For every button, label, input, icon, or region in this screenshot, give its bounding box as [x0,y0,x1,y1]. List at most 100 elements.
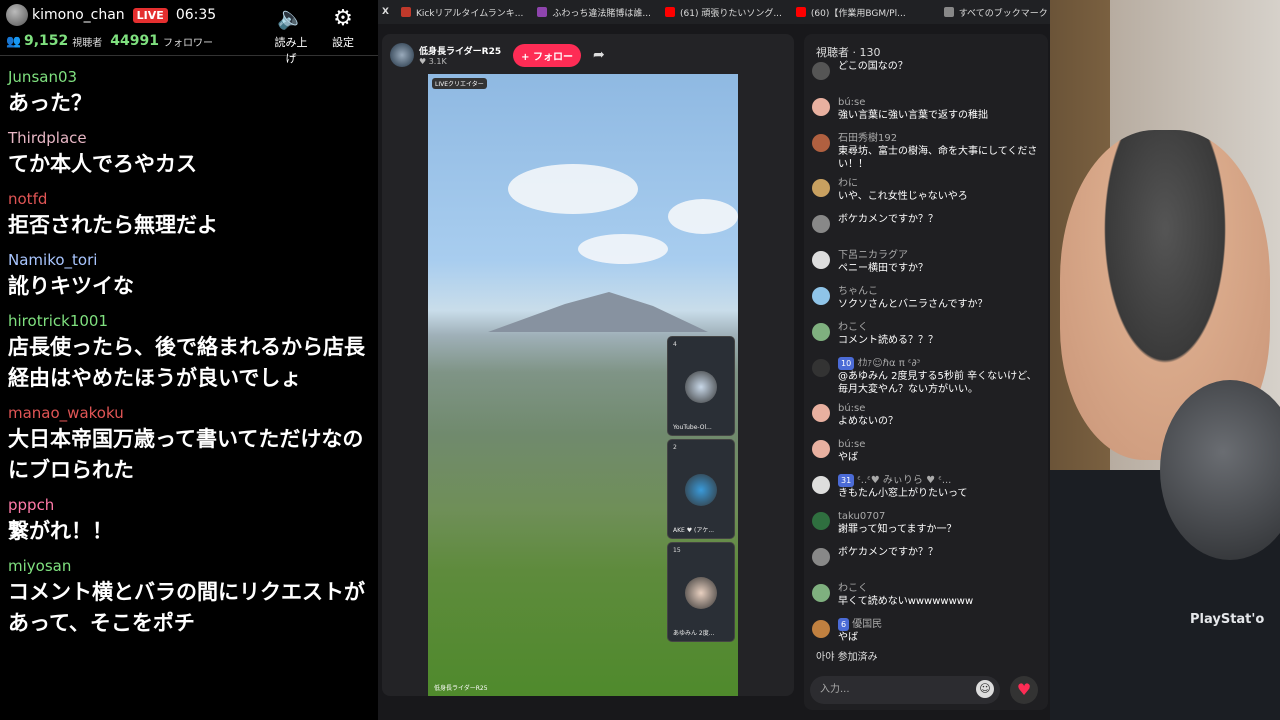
readout-button[interactable]: 🔈 読み上げ [270,4,312,66]
chat-username-text: bú:se [838,439,866,450]
chat-message: ちゃんこソクソさんとバニラさんですか？ [812,285,1042,315]
level-badge: 31 [838,474,855,487]
chat-avatar[interactable] [812,134,830,152]
chat-username[interactable]: ちゃんこ [838,285,1042,298]
chat-avatar[interactable] [812,179,830,197]
bookmark-favicon-icon [537,7,548,17]
chat-message: 6 優国民 やば [812,618,1042,648]
chat-panel: 視聴者 · 130 どこの国なの？ bú:se 強い言葉に強い言葉で返すの稚拙 石田秀… [804,34,1048,710]
chat-message: 10 ｵｶｧ☺ℏα π ᵋ∂ᵌ @あゆみん 2度見する5秒前 辛くないけど、毎月大変… [812,357,1042,396]
people-icon: 👥 [6,34,21,48]
follow-button[interactable]: + フォロー [513,43,581,67]
overlay-message: hirotrick1001 店長使ったら、後で絡まれるから店長経由はやめたほうが良… [8,310,370,394]
joined-notice: 아야 参加済み [816,652,878,663]
guest-label: YouTube-Ol... [673,424,712,431]
guest-panel[interactable]: 2 AKE ♥ (アケ... [667,439,735,539]
overlay-message-text: 繋がれ！！ [8,519,113,543]
chat-username[interactable]: taku0707 [838,510,1042,523]
chat-message: 31 ᵋ..ᵋ♥ みぃりら ♥ ᵋ... きもたん小窓上がりたいって [812,474,1042,504]
chat-message: bú:se よめないの？ [812,402,1042,432]
guest-panel[interactable]: 4 YouTube-Ol... [667,336,735,436]
chat-avatar[interactable] [812,512,830,530]
chat-avatar[interactable] [812,251,830,269]
chat-message: bú:se やば [812,438,1042,468]
chat-text: やば [838,632,858,643]
chat-username[interactable]: 下呂ニカラグア [838,249,1042,262]
level-badge: 10 [838,357,855,370]
cloud-shape [508,164,638,214]
settings-button[interactable]: ⚙ 設定 [322,4,364,50]
chat-avatar[interactable] [812,548,830,566]
chat-username[interactable]: わこく [838,582,1042,595]
chat-username-text: bú:se [838,403,866,414]
chat-message: 下呂ニカラグア ペニー横田ですか？ [812,249,1042,279]
chat-username-text: ちゃんこ [838,286,878,297]
bookmark-item[interactable]: (61) 頑張りたいソング... [664,6,782,19]
stream-time: 06:35 [175,7,217,23]
emoji-icon[interactable]: ☺ [976,680,994,698]
chat-input[interactable]: 入力... [810,676,1000,704]
chat-avatar[interactable] [812,323,830,341]
chat-username[interactable]: わこく [838,321,1042,334]
chat-text: 強い言葉に強い言葉で返すの稚拙 [838,110,988,121]
bookmark-item[interactable]: Kickリアルタイムランキ... [400,6,523,19]
level-badge: 6 [838,618,850,631]
guest-count: 2 [673,444,677,451]
chat-username[interactable]: 31 ᵋ..ᵋ♥ みぃりら ♥ ᵋ... [838,474,1042,487]
chat-username[interactable]: bú:se [838,96,1042,109]
chat-text: どこの国なの？ [838,61,908,72]
bookmark-favicon-icon [795,7,806,17]
chat-avatar[interactable] [812,620,830,638]
chat-text: いや、これ女性じゃないやろ [838,191,968,202]
chat-username[interactable]: 10 ｵｶｧ☺ℏα π ᵋ∂ᵌ [838,357,1042,370]
chat-text: ソクソさんとバニラさんですか？ [838,299,988,310]
overlay-message-user: manao_wakoku [8,404,124,422]
bookmark-item[interactable]: ふわっち違法賭博は誰... [537,6,651,19]
overlay-message-text: あった？ [8,91,92,115]
chat-username[interactable]: 石田秀樹192 [838,132,1042,145]
chat-text: 早くて読めないwwwwwwww [838,596,974,607]
overlay-message-text: コメント横とバラの間にリクエストがあって、そこをポチ [8,580,365,635]
chat-avatar[interactable] [812,62,830,80]
overlay-message-text: 大日本帝国万歳って書いてただけなのにブロられた [8,427,364,482]
overlay-message-list: Junsan03 あった？ Thirdplace てか本人でろやカス notfd 拒否され… [0,56,378,639]
bookmark-item[interactable]: (60)【作業用BGM/Pl... [795,6,906,19]
guest-panel[interactable]: 15 あゆみん 2度... [667,542,735,642]
chat-avatar[interactable] [812,584,830,602]
chat-avatar[interactable] [812,287,830,305]
overlay-message-text: 店長使ったら、後で絡まれるから店長経由はやめたほうが良いでしょ [8,335,365,390]
chat-avatar[interactable] [812,440,830,458]
chat-username[interactable]: bú:se [838,402,1042,415]
chat-avatar[interactable] [812,404,830,422]
chat-username[interactable]: 6 優国民 [838,618,1042,631]
channel-avatar[interactable] [390,43,414,67]
share-icon[interactable]: ➦ [593,47,605,63]
live-creator-badge: LIVEクリエイター [432,78,487,89]
chat-message: taku0707 謝罪って知ってますか一？ [812,510,1042,540]
bookmark-item[interactable]: すべてのブックマーク [943,6,1048,19]
chat-username-text: わこく [838,322,868,333]
channel-name[interactable]: 低身長ライダーR25 [419,44,501,57]
overlay-message: manao_wakoku 大日本帝国万歳って書いてただけなのにブロられた [8,402,370,486]
cloud-shape [578,234,668,264]
chat-avatar[interactable] [812,359,830,377]
overlay-message: Thirdplace てか本人でろやカス [8,127,370,180]
chat-username[interactable]: わに [838,177,1042,190]
guest-count: 15 [673,547,681,554]
chat-text: コメント読める？？？ [838,335,938,346]
overlay-message: Namiko_tori 訛りキツイな [8,249,370,302]
x-icon[interactable]: X [382,7,389,17]
guest-count: 4 [673,341,677,348]
bookmark-favicon-icon [664,7,675,17]
bookmark-favicon-icon [400,7,411,17]
chat-username[interactable]: bú:se [838,438,1042,451]
chat-text: やば [838,452,858,463]
chat-avatar[interactable] [812,215,830,233]
heart-icon[interactable]: ♥ [1010,676,1038,704]
overlay-message: miyosan コメント横とバラの間にリクエストがあって、そこをポチ [8,555,370,639]
viewer-count-title[interactable]: 視聴者 · 130 [816,44,881,60]
cloud-shape [668,199,738,234]
chat-avatar[interactable] [812,476,830,494]
chat-avatar[interactable] [812,98,830,116]
browser-area: X Kickリアルタイムランキ... ふわっち違法賭博は誰... (61) 頑張りた… [378,0,1050,720]
